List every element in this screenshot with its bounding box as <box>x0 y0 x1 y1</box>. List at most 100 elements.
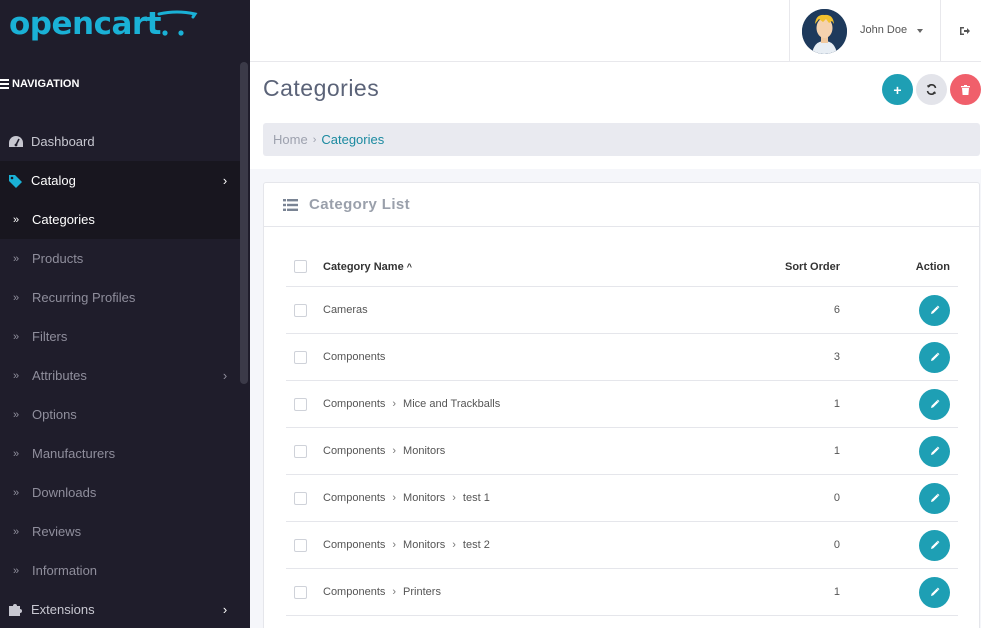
double-chevron-icon: » <box>12 525 20 538</box>
double-chevron-icon: » <box>12 213 20 226</box>
category-path-segment: Components <box>323 492 386 504</box>
sidebar-scrollbar[interactable] <box>240 62 248 384</box>
double-chevron-icon: » <box>12 447 20 460</box>
sidebar-item-attributes[interactable]: » Attributes › <box>0 356 240 395</box>
table-row: Cameras 6 <box>286 287 958 334</box>
sort-order-cell: 6 <box>833 304 840 316</box>
sort-order-cell: 0 <box>833 492 840 504</box>
row-checkbox[interactable] <box>286 538 323 552</box>
navigation-heading: NAVIGATION <box>0 74 79 94</box>
sort-order-cell: 1 <box>833 445 840 457</box>
double-chevron-icon: » <box>12 408 20 421</box>
row-checkbox[interactable] <box>286 303 323 317</box>
sidebar-item-products[interactable]: » Products <box>0 239 240 278</box>
top-header: John Doe <box>250 0 981 62</box>
sidebar-item-catalog[interactable]: Catalog › <box>0 161 240 200</box>
double-chevron-icon: » <box>12 564 20 577</box>
action-cell <box>848 529 958 561</box>
refresh-button[interactable] <box>916 74 947 105</box>
sidebar-item-downloads[interactable]: » Downloads <box>0 473 240 512</box>
table-row: Components › Mice and Trackballs 1 <box>286 381 958 428</box>
category-path-segment: test 1 <box>462 492 490 504</box>
sidebar-item-manufacturers[interactable]: » Manufacturers <box>0 434 240 473</box>
add-button[interactable]: + <box>882 74 913 105</box>
action-cell <box>848 435 958 467</box>
category-name-cell: Components › Printers <box>323 586 728 598</box>
edit-button[interactable] <box>919 294 950 326</box>
navigation-heading-label: NAVIGATION <box>12 78 80 90</box>
sort-order-cell: 3 <box>833 351 840 363</box>
breadcrumb-home[interactable]: Home <box>273 132 308 147</box>
action-cell <box>848 482 958 514</box>
column-sort-order[interactable]: Sort Order <box>728 261 848 273</box>
row-checkbox[interactable] <box>286 491 323 505</box>
sidebar-item-label: Recurring Profiles <box>32 290 136 305</box>
category-path-segment: Printers <box>403 586 441 598</box>
sidebar-item-label: Extensions <box>31 602 95 617</box>
category-path-segment: Monitors <box>403 492 446 504</box>
edit-button[interactable] <box>919 341 950 373</box>
action-cell <box>848 294 958 326</box>
opencart-logo[interactable]: opencart <box>9 4 198 44</box>
sidebar-item-label: Attributes <box>32 368 87 383</box>
breadcrumb: Home › Categories <box>263 123 980 156</box>
sidebar-item-label: Categories <box>32 212 95 227</box>
user-menu[interactable]: John Doe <box>789 0 941 62</box>
sidebar: opencart NAVIGATION Dashboard Catalog › … <box>0 0 250 628</box>
table-row: Components › Monitors › test 1 0 <box>286 475 958 522</box>
edit-button[interactable] <box>919 529 950 561</box>
logout-icon[interactable] <box>959 25 971 37</box>
main-content: Categories + Home › Categories Category … <box>250 62 981 628</box>
category-name-cell: Components › Monitors › test 1 <box>323 492 728 504</box>
category-path-segment: Cameras <box>323 304 368 316</box>
sidebar-item-extensions[interactable]: Extensions › <box>0 590 240 628</box>
sidebar-item-recurring-profiles[interactable]: » Recurring Profiles <box>0 278 240 317</box>
sidebar-item-information[interactable]: » Information <box>0 551 240 590</box>
sidebar-item-label: Filters <box>32 329 68 344</box>
category-path-segment: Components <box>323 445 386 457</box>
category-path-segment: Components <box>323 539 386 551</box>
edit-button[interactable] <box>919 576 950 608</box>
row-checkbox[interactable] <box>286 397 323 411</box>
path-separator-icon: › <box>392 445 397 457</box>
sidebar-item-dashboard[interactable]: Dashboard <box>0 122 240 161</box>
edit-button[interactable] <box>919 482 950 514</box>
puzzle-icon <box>0 602 31 617</box>
delete-button[interactable] <box>950 74 981 105</box>
column-header-label: Category Name <box>323 260 404 273</box>
edit-button[interactable] <box>919 388 950 420</box>
panel-header: Category List <box>264 183 979 227</box>
double-chevron-icon: » <box>12 486 20 499</box>
double-chevron-icon: » <box>12 330 20 343</box>
chevron-right-icon: › <box>222 368 228 383</box>
row-checkbox[interactable] <box>286 585 323 599</box>
chevron-right-icon: › <box>222 602 228 617</box>
menu-bars-icon <box>0 77 9 91</box>
column-category-name[interactable]: Category Name ^ <box>323 261 728 273</box>
category-path-segment: Components <box>323 586 386 598</box>
chevron-right-icon: › <box>222 173 228 188</box>
edit-button[interactable] <box>919 435 950 467</box>
list-icon <box>283 198 298 211</box>
sort-up-icon: ^ <box>406 261 412 272</box>
sidebar-item-reviews[interactable]: » Reviews <box>0 512 240 551</box>
page-title: Categories <box>263 75 380 101</box>
sort-order-cell: 1 <box>833 586 840 598</box>
row-checkbox[interactable] <box>286 444 323 458</box>
select-all-checkbox[interactable] <box>286 260 323 273</box>
tag-icon <box>0 174 31 188</box>
caret-down-icon <box>917 29 923 33</box>
row-checkbox[interactable] <box>286 350 323 364</box>
plus-icon: + <box>893 81 902 98</box>
double-chevron-icon: » <box>12 291 20 304</box>
sort-order-cell: 0 <box>833 539 840 551</box>
pencil-icon <box>930 305 939 314</box>
sidebar-item-options[interactable]: » Options <box>0 395 240 434</box>
breadcrumb-current[interactable]: Categories <box>321 132 384 147</box>
sidebar-item-categories[interactable]: » Categories <box>0 200 240 239</box>
table-row: Components › Monitors › test 2 0 <box>286 522 958 569</box>
avatar <box>802 9 847 54</box>
sort-order-cell: 1 <box>833 398 840 410</box>
pencil-icon <box>930 540 939 549</box>
sidebar-item-filters[interactable]: » Filters <box>0 317 240 356</box>
